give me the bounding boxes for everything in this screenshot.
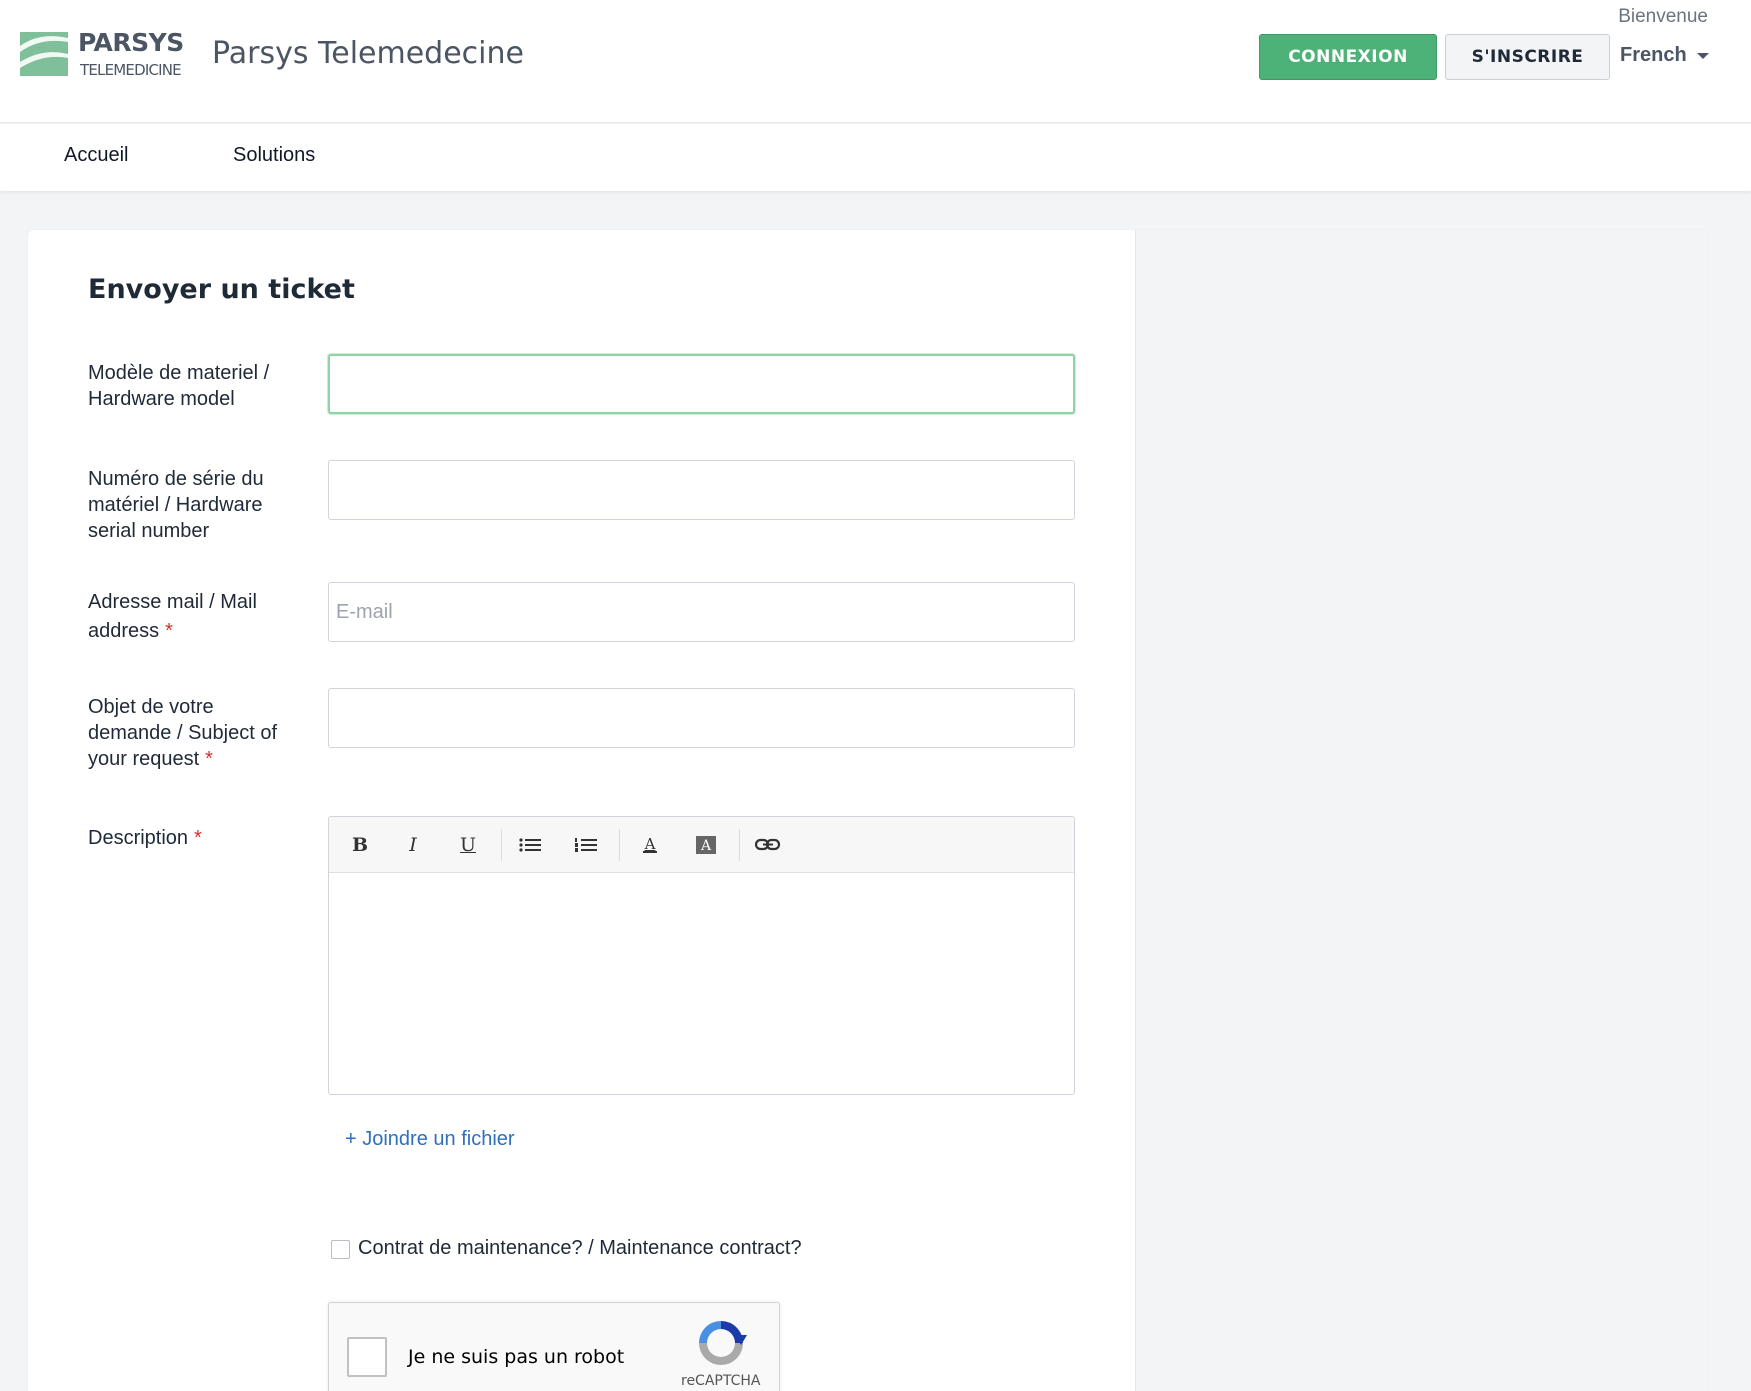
email-field[interactable] [328, 582, 1075, 642]
hardware-model-input[interactable] [328, 354, 1075, 414]
toolbar-divider [501, 829, 502, 861]
nav-item-accueil[interactable]: Accueil [64, 144, 128, 167]
welcome-text: Bienvenue [1618, 6, 1708, 27]
logo-subtitle: TELEMEDICINE [80, 61, 182, 79]
toolbar-divider [739, 829, 740, 861]
svg-text:A: A [700, 838, 712, 854]
recaptcha-checkbox[interactable] [347, 1337, 387, 1377]
text-color-icon[interactable]: A [633, 831, 667, 859]
recaptcha-icon [699, 1321, 747, 1365]
numbered-list-icon[interactable] [569, 831, 603, 859]
nav-item-solutions[interactable]: Solutions [233, 144, 315, 167]
toolbar-divider [619, 829, 620, 861]
main-nav: Accueil Solutions [0, 124, 1751, 191]
recaptcha-brand: reCAPTCHA [681, 1373, 761, 1389]
maintenance-contract-checkbox[interactable] [331, 1240, 350, 1259]
required-marker: * [205, 748, 213, 770]
email-label: Adresse mail / Mail address * [88, 591, 257, 642]
required-marker: * [165, 620, 173, 642]
page-title: Envoyer un ticket [88, 274, 355, 305]
description-editor: B I U A A [328, 816, 1075, 1095]
italic-icon[interactable]: I [396, 831, 430, 859]
recaptcha-label: Je ne suis pas un robot [408, 1346, 625, 1368]
parsys-logo[interactable]: PARSYS TELEMEDICINE [20, 28, 185, 80]
chevron-down-icon [1696, 52, 1709, 59]
site-title: Parsys Telemedecine [212, 36, 524, 71]
serial-number-input[interactable] [328, 460, 1075, 520]
signup-button[interactable]: S'INSCRIRE [1445, 34, 1610, 80]
hardware-model-label: Modèle de materiel / Hardware model [88, 362, 270, 410]
language-label: French [1620, 44, 1687, 66]
svg-text:A: A [644, 835, 656, 853]
logo-name: PARSYS [78, 28, 184, 57]
attach-file-link[interactable]: + Joindre un fichier [345, 1128, 515, 1151]
required-marker: * [194, 827, 202, 849]
subject-label: Objet de votre demande / Subject of your… [88, 696, 278, 770]
serial-number-label: Numéro de série du matériel / Hardware s… [88, 468, 264, 542]
language-dropdown[interactable]: French [1620, 44, 1709, 67]
recaptcha-widget: Je ne suis pas un robot reCAPTCHA [328, 1302, 780, 1391]
bullet-list-icon[interactable] [513, 831, 547, 859]
subject-input[interactable] [328, 688, 1075, 748]
login-button[interactable]: CONNEXION [1259, 34, 1437, 80]
underline-icon[interactable]: U [451, 831, 485, 859]
ticket-card-sidebar [1135, 230, 1708, 1391]
link-icon[interactable] [751, 831, 785, 859]
background-color-icon[interactable]: A [689, 831, 723, 859]
description-label: Description * [88, 827, 202, 849]
editor-toolbar: B I U A A [329, 817, 1074, 873]
bold-icon[interactable]: B [343, 831, 377, 859]
description-textarea[interactable] [329, 874, 1074, 1094]
maintenance-contract-label: Contrat de maintenance? / Maintenance co… [358, 1237, 802, 1259]
site-header: PARSYS TELEMEDICINE Parsys Telemedecine … [0, 0, 1751, 123]
parsys-logo-icon [20, 32, 68, 76]
